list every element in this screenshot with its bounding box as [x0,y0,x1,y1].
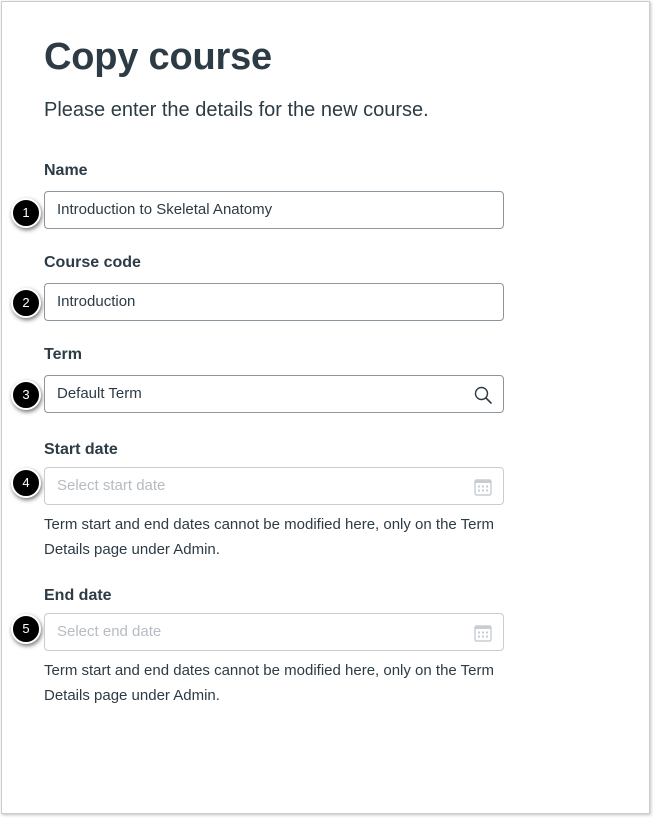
name-input-value: Introduction to Skeletal Anatomy [57,201,273,218]
start-date-label: Start date [44,441,118,458]
end-date-input[interactable]: Select end date [44,613,504,651]
page-subtitle: Please enter the details for the new cou… [44,99,429,121]
start-date-help-text: Term start and end dates cannot be modif… [44,516,494,558]
course-code-input-value: Introduction [57,293,136,310]
step-marker-1: 1 [11,198,41,228]
calendar-icon[interactable] [473,623,493,643]
page-title: Copy course [44,36,272,78]
step-marker-2: 2 [11,288,41,318]
end-date-placeholder: Select end date [57,623,162,640]
course-code-label: Course code [44,254,141,271]
start-date-input[interactable]: Select start date [44,467,504,505]
step-marker-5: 5 [11,614,41,644]
search-icon[interactable] [473,385,493,405]
course-code-input[interactable]: Introduction [44,283,504,321]
copy-course-panel: Copy course Please enter the details for… [1,1,650,814]
end-date-label: End date [44,587,112,604]
step-marker-3: 3 [11,380,41,410]
calendar-icon[interactable] [473,477,493,497]
name-label: Name [44,162,88,179]
step-marker-4: 4 [11,468,41,498]
end-date-help-text: Term start and end dates cannot be modif… [44,662,494,704]
name-input[interactable]: Introduction to Skeletal Anatomy [44,191,504,229]
term-select[interactable]: Default Term [44,375,504,413]
start-date-placeholder: Select start date [57,477,166,494]
term-label: Term [44,346,82,363]
term-select-value: Default Term [57,385,142,402]
